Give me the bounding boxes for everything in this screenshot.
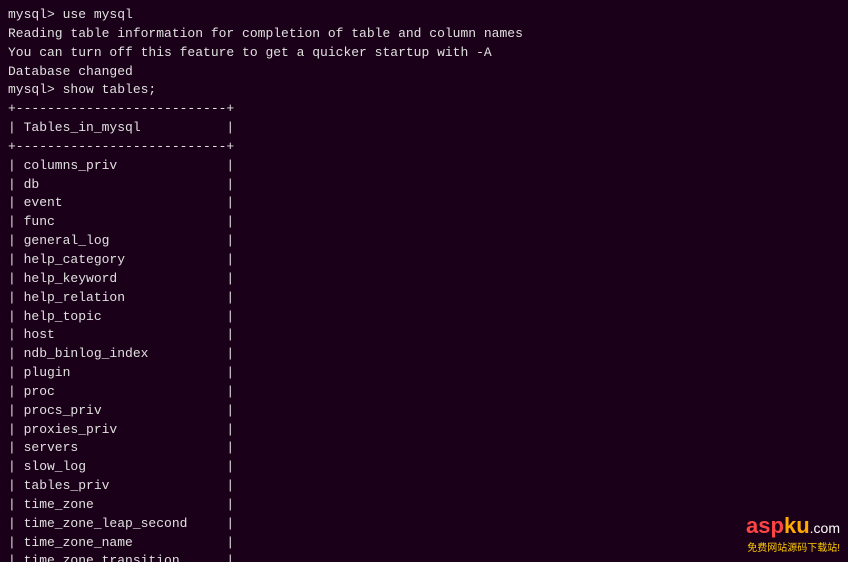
terminal-line: | time_zone_transition | xyxy=(8,552,840,562)
terminal-line: | tables_priv | xyxy=(8,477,840,496)
watermark: asp ku .com 免费网站源码下载站! xyxy=(746,513,840,554)
terminal-line: mysql> use mysql xyxy=(8,6,840,25)
terminal-line: | plugin | xyxy=(8,364,840,383)
terminal-line: | db | xyxy=(8,176,840,195)
terminal-line: | time_zone_name | xyxy=(8,534,840,553)
watermark-asp: asp xyxy=(746,513,784,539)
terminal-line: | event | xyxy=(8,194,840,213)
terminal-line: | help_keyword | xyxy=(8,270,840,289)
terminal-line: mysql> show tables; xyxy=(8,81,840,100)
terminal-line: | help_topic | xyxy=(8,308,840,327)
watermark-com: .com xyxy=(810,520,840,536)
terminal-line: | host | xyxy=(8,326,840,345)
terminal-line: | columns_priv | xyxy=(8,157,840,176)
terminal-line: | help_relation | xyxy=(8,289,840,308)
terminal-line: | proc | xyxy=(8,383,840,402)
terminal-line: | slow_log | xyxy=(8,458,840,477)
terminal-line: | time_zone | xyxy=(8,496,840,515)
terminal-output: mysql> use mysqlReading table informatio… xyxy=(8,6,840,562)
terminal-line: | ndb_binlog_index | xyxy=(8,345,840,364)
terminal-line: | procs_priv | xyxy=(8,402,840,421)
watermark-ku: ku xyxy=(784,513,810,539)
terminal-line: | servers | xyxy=(8,439,840,458)
terminal-line: | help_category | xyxy=(8,251,840,270)
terminal-line: | func | xyxy=(8,213,840,232)
terminal-line: +---------------------------+ xyxy=(8,100,840,119)
terminal-line: | general_log | xyxy=(8,232,840,251)
terminal-line: You can turn off this feature to get a q… xyxy=(8,44,840,63)
watermark-tagline: 免费网站源码下载站! xyxy=(747,539,840,554)
terminal-line: +---------------------------+ xyxy=(8,138,840,157)
terminal-line: Reading table information for completion… xyxy=(8,25,840,44)
terminal-line: | time_zone_leap_second | xyxy=(8,515,840,534)
terminal-line: | Tables_in_mysql | xyxy=(8,119,840,138)
terminal-window[interactable]: mysql> use mysqlReading table informatio… xyxy=(0,0,848,562)
terminal-line: Database changed xyxy=(8,63,840,82)
terminal-line: | proxies_priv | xyxy=(8,421,840,440)
